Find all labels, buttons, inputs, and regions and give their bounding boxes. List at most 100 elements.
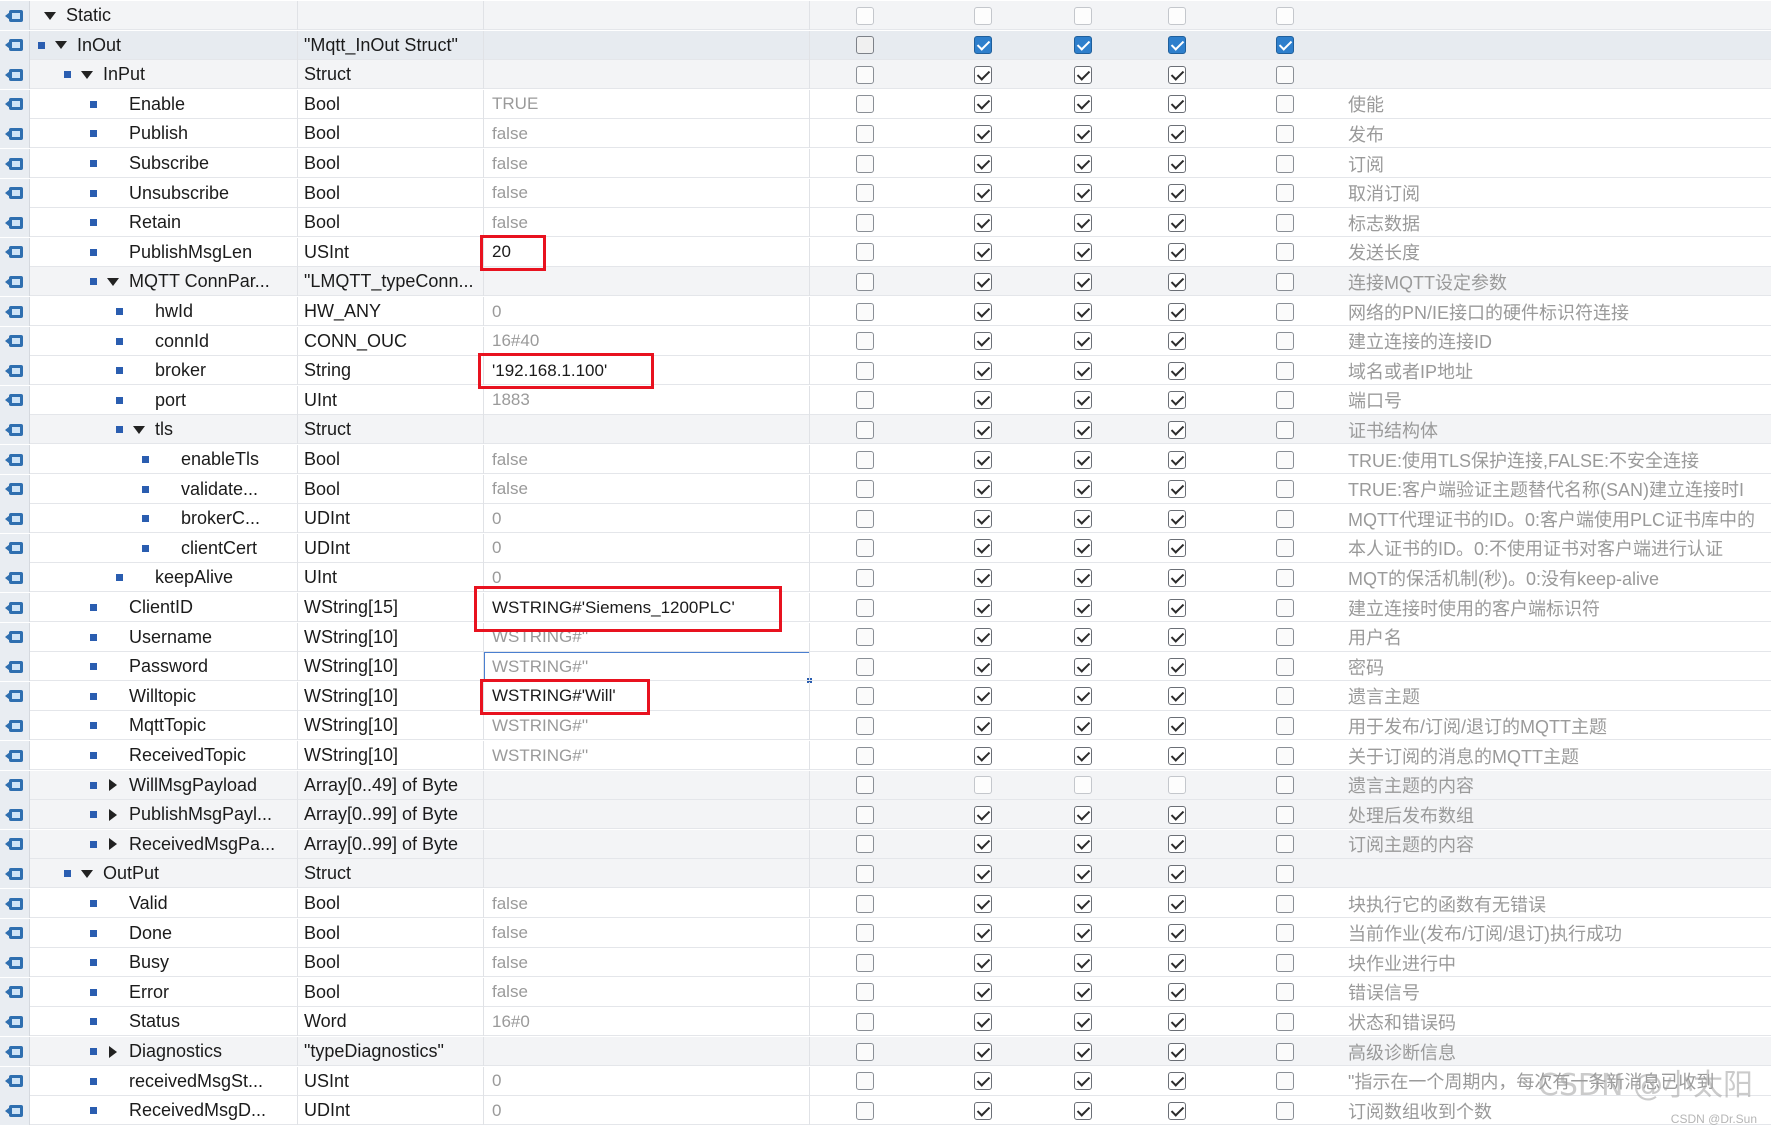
table-row[interactable]: Subscribe Bool false 订阅 [0, 149, 1771, 178]
start-value-cell[interactable]: false [484, 208, 810, 238]
col4-setpoint-checkbox[interactable] [1168, 391, 1186, 410]
table-row[interactable]: keepAlive UInt 0 MQT的保活机制(秒)。0:没有keep-alive [0, 563, 1771, 593]
col1-accessible-from-hmi-checkbox[interactable] [856, 953, 874, 972]
name-cell[interactable]: ReceivedMsgPa... [30, 829, 298, 859]
name-cell[interactable]: Done [30, 918, 298, 948]
data-type-cell[interactable]: Array[0..99] of Byte [298, 800, 484, 830]
col1-accessible-from-hmi-checkbox[interactable] [856, 480, 874, 499]
col5-retain-checkbox[interactable] [1276, 835, 1294, 854]
comment-cell[interactable]: 端口号 [1344, 386, 1771, 415]
start-value-cell[interactable]: 0 [484, 563, 810, 593]
col4-setpoint-checkbox[interactable] [1168, 628, 1186, 647]
name-cell[interactable]: Static [30, 1, 298, 30]
table-row[interactable]: Enable Bool TRUE 使能 [0, 89, 1771, 119]
start-value-cell[interactable] [484, 800, 810, 830]
col4-setpoint-checkbox[interactable] [1168, 687, 1186, 706]
data-type-cell[interactable]: Word [298, 1007, 484, 1037]
name-cell[interactable]: keepAlive [30, 563, 298, 593]
name-cell[interactable]: ClientID [30, 593, 298, 622]
col2-writable-from-hmi-checkbox[interactable] [974, 124, 992, 143]
name-cell[interactable]: MqttTopic [30, 711, 298, 741]
col4-setpoint-checkbox[interactable] [1168, 835, 1186, 854]
table-row[interactable]: Willtopic WString[10] WSTRING#'Will' 遗言主题 [0, 681, 1771, 711]
col1-accessible-from-hmi-checkbox[interactable] [856, 894, 874, 913]
start-value-cell[interactable]: '192.168.1.100' [484, 356, 810, 386]
name-cell[interactable]: InPut [30, 60, 298, 90]
comment-cell[interactable]: 遗言主题的内容 [1344, 771, 1771, 800]
col1-accessible-from-hmi-checkbox[interactable] [856, 983, 874, 1002]
col2-writable-from-hmi-checkbox[interactable] [974, 509, 992, 528]
col1-accessible-from-hmi-checkbox[interactable] [856, 302, 874, 321]
comment-cell[interactable]: 取消订阅 [1344, 179, 1771, 208]
table-row[interactable]: Retain Bool false 标志数据 [0, 208, 1771, 238]
col2-writable-from-hmi-checkbox[interactable] [974, 953, 992, 972]
table-row[interactable]: WillMsgPayload Array[0..49] of Byte 遗言主题的内… [0, 770, 1771, 800]
data-type-cell[interactable]: Bool [298, 445, 484, 474]
col1-accessible-from-hmi-checkbox[interactable] [856, 332, 874, 351]
data-type-cell[interactable]: UDInt [298, 504, 484, 534]
col5-retain-checkbox[interactable] [1276, 36, 1294, 55]
col5-retain-checkbox[interactable] [1276, 332, 1294, 351]
col5-retain-checkbox[interactable] [1276, 124, 1294, 143]
name-cell[interactable]: Diagnostics [30, 1037, 298, 1066]
data-type-cell[interactable]: Bool [298, 474, 484, 504]
name-cell[interactable]: brokerC... [30, 504, 298, 534]
expand-arrow-icon[interactable] [109, 838, 117, 851]
col1-accessible-from-hmi-checkbox[interactable] [856, 450, 874, 469]
comment-cell[interactable]: TRUE:使用TLS保护连接,FALSE:不安全连接 [1344, 445, 1771, 474]
col4-setpoint-checkbox[interactable] [1168, 598, 1186, 617]
col3-visible-in-hmi-checkbox[interactable] [1074, 716, 1092, 735]
col4-setpoint-checkbox[interactable] [1168, 983, 1186, 1002]
name-cell[interactable]: enableTls [30, 445, 298, 474]
table-row[interactable]: InOut "Mqtt_InOut Struct" [0, 30, 1771, 60]
expand-arrow-icon[interactable] [109, 808, 117, 821]
name-cell[interactable]: Status [30, 1007, 298, 1037]
table-row[interactable]: Unsubscribe Bool false 取消订阅 [0, 178, 1771, 208]
col5-retain-checkbox[interactable] [1276, 598, 1294, 617]
col3-visible-in-hmi-checkbox[interactable] [1074, 894, 1092, 913]
name-cell[interactable]: tls [30, 415, 298, 445]
data-type-cell[interactable]: UDInt [298, 533, 484, 563]
col2-writable-from-hmi-checkbox[interactable] [974, 598, 992, 617]
col1-accessible-from-hmi-checkbox[interactable] [856, 776, 874, 795]
name-cell[interactable]: Publish [30, 119, 298, 149]
table-row[interactable]: enableTls Bool false TRUE:使用TLS保护连接,FALSE:不… [0, 445, 1771, 474]
col2-writable-from-hmi-checkbox[interactable] [974, 420, 992, 439]
comment-cell[interactable]: 域名或者IP地址 [1344, 356, 1771, 385]
comment-cell[interactable]: 用户名 [1344, 623, 1771, 652]
col1-accessible-from-hmi-checkbox[interactable] [856, 213, 874, 232]
col2-writable-from-hmi-checkbox[interactable] [974, 1012, 992, 1031]
table-row[interactable]: brokerC... UDInt 0 MQTT代理证书的ID。0:客户端使用PLC证书… [0, 504, 1771, 534]
comment-cell[interactable]: 订阅 [1344, 149, 1771, 178]
comment-cell[interactable]: 错误信号 [1344, 978, 1771, 1007]
col3-visible-in-hmi-checkbox[interactable] [1074, 36, 1092, 55]
col5-retain-checkbox[interactable] [1276, 361, 1294, 380]
col2-writable-from-hmi-checkbox[interactable] [974, 568, 992, 587]
col2-writable-from-hmi-checkbox[interactable] [974, 805, 992, 824]
col5-retain-checkbox[interactable] [1276, 65, 1294, 84]
col4-setpoint-checkbox[interactable] [1168, 539, 1186, 558]
col3-visible-in-hmi-checkbox[interactable] [1074, 864, 1092, 883]
start-value-cell[interactable] [484, 1, 810, 30]
comment-cell[interactable]: 订阅主题的内容 [1344, 830, 1771, 859]
start-value-cell[interactable]: WSTRING#'' [484, 622, 810, 652]
col1-accessible-from-hmi-checkbox[interactable] [856, 65, 874, 84]
comment-cell[interactable]: 证书结构体 [1344, 415, 1771, 444]
data-type-cell[interactable]: "LMQTT_typeConn... [298, 267, 484, 297]
col5-retain-checkbox[interactable] [1276, 983, 1294, 1002]
col3-visible-in-hmi-checkbox[interactable] [1074, 361, 1092, 380]
name-cell[interactable]: validate... [30, 474, 298, 504]
col2-writable-from-hmi-checkbox[interactable] [974, 924, 992, 943]
col3-visible-in-hmi-checkbox[interactable] [1074, 124, 1092, 143]
start-value-cell[interactable]: false [484, 119, 810, 149]
start-value-cell[interactable] [484, 829, 810, 859]
comment-cell[interactable]: 关于订阅的消息的MQTT主题 [1344, 741, 1771, 770]
col1-accessible-from-hmi-checkbox[interactable] [856, 716, 874, 735]
col1-accessible-from-hmi-checkbox[interactable] [856, 568, 874, 587]
table-row[interactable]: InPut Struct [0, 60, 1771, 90]
col4-setpoint-checkbox[interactable] [1168, 243, 1186, 262]
col1-accessible-from-hmi-checkbox[interactable] [856, 361, 874, 380]
comment-cell[interactable]: 状态和错误码 [1344, 1007, 1771, 1036]
col4-setpoint-checkbox[interactable] [1168, 953, 1186, 972]
data-type-cell[interactable]: USInt [298, 237, 484, 267]
